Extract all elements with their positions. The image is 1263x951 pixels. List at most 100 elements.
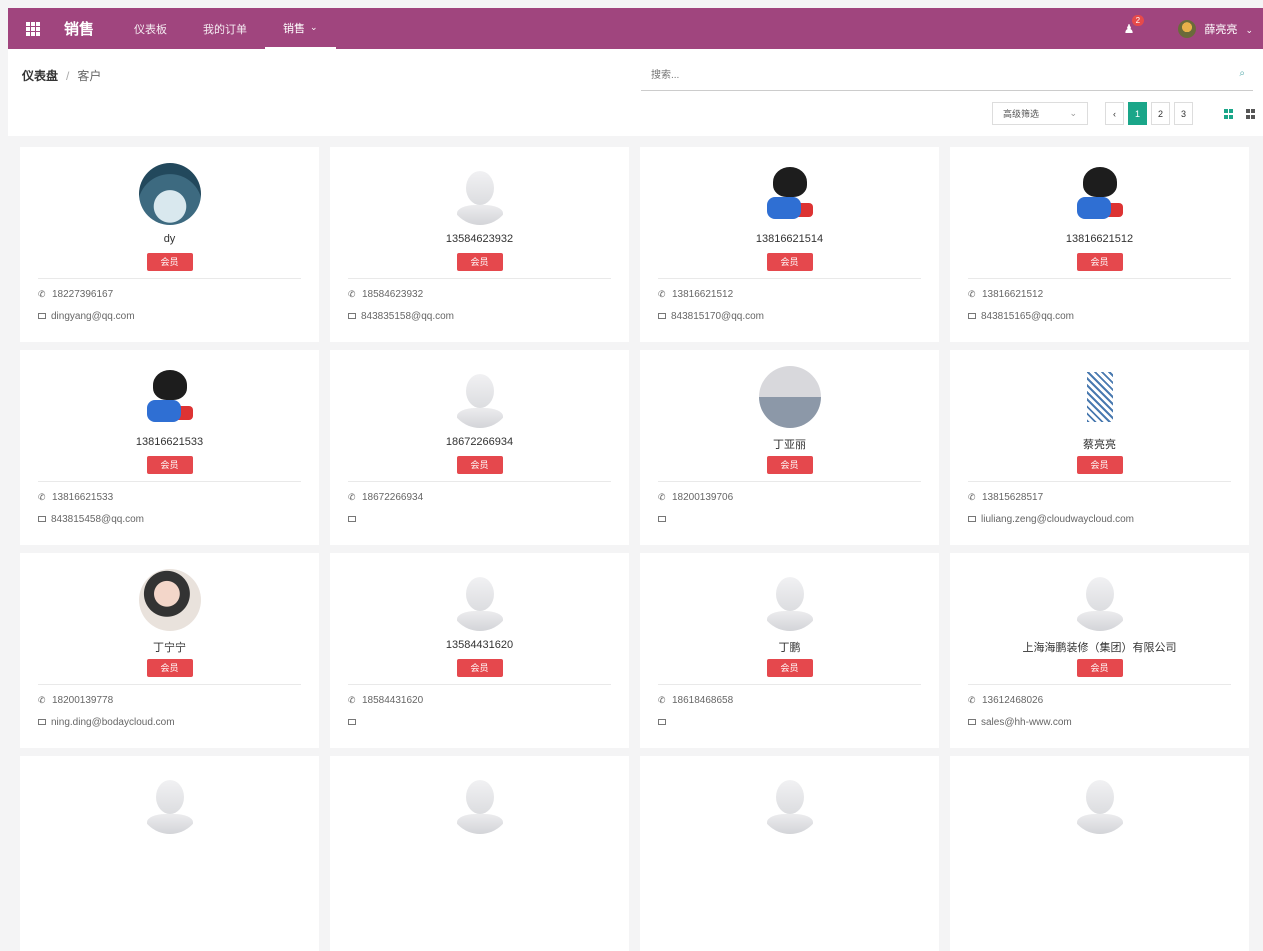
- customer-avatar: [1068, 569, 1131, 631]
- mail-icon: [38, 719, 46, 725]
- customer-name: 丁亚丽: [773, 439, 806, 451]
- phone-icon: ✆: [658, 288, 666, 299]
- customer-card[interactable]: 13816621512 会员 ✆ 13816621512 843815165@qq.co…: [950, 147, 1249, 342]
- breadcrumb-root[interactable]: 仪表盘: [22, 69, 58, 83]
- search-input[interactable]: [641, 68, 1221, 83]
- user-avatar[interactable]: [1178, 19, 1197, 38]
- customer-avatar: [138, 772, 201, 834]
- customer-email: liuliang.zeng@cloudwaycloud.com: [968, 512, 1249, 526]
- customer-card[interactable]: 13816621533 会员 ✆ 13816621533 843815458@qq.co…: [20, 350, 319, 545]
- pager-page-1[interactable]: 1: [1128, 102, 1147, 125]
- phone-value: 13815628517: [982, 491, 1044, 503]
- mail-icon: [38, 516, 46, 522]
- customer-card-partial[interactable]: [950, 756, 1249, 951]
- member-tag: 会员: [766, 253, 813, 271]
- customer-avatar: [448, 163, 511, 225]
- user-menu[interactable]: 薛亮亮 ⌄: [1204, 21, 1253, 37]
- phone-icon: ✆: [658, 694, 666, 705]
- control-panel: 仪表盘 / 客户 ⌕ 高级筛选 ⌄ ‹ 1 2 3: [8, 49, 1263, 136]
- customer-name: 13816621512: [1065, 233, 1134, 245]
- member-tag: 会员: [456, 456, 503, 474]
- menu-item-sales[interactable]: 销售 ⌄: [265, 8, 336, 49]
- customer-phone: ✆ 18584623932: [348, 287, 629, 301]
- customer-email: 843815458@qq.com: [38, 512, 319, 526]
- card-divider: [38, 481, 301, 482]
- customer-avatar: [138, 569, 201, 631]
- menu-item-dashboard[interactable]: 仪表板: [116, 8, 185, 49]
- customer-card-partial[interactable]: [330, 756, 629, 951]
- customer-phone: ✆ 18227396167: [38, 287, 319, 301]
- member-tag: 会员: [146, 659, 193, 677]
- phone-icon: ✆: [968, 694, 976, 705]
- apps-grid-icon[interactable]: [26, 21, 40, 36]
- customer-email: 843835158@qq.com: [348, 309, 629, 323]
- member-tag: 会员: [456, 659, 503, 677]
- customer-avatar: [1068, 366, 1131, 428]
- menu-label: 我的订单: [203, 23, 248, 36]
- customer-card[interactable]: 18672266934 会员 ✆ 18672266934: [330, 350, 629, 545]
- phone-value: 18584431620: [362, 694, 424, 706]
- customer-card[interactable]: 13584623932 会员 ✆ 18584623932 843835158@qq.co…: [330, 147, 629, 342]
- mail-icon: [658, 719, 666, 725]
- customer-phone: ✆ 18618468658: [658, 693, 939, 707]
- customer-email: 843815165@qq.com: [968, 309, 1249, 323]
- customer-avatar: [758, 569, 821, 631]
- customer-name: 13584431620: [445, 639, 514, 651]
- notification-button[interactable]: ♟ 2: [1124, 14, 1145, 36]
- customer-card[interactable]: 13816621514 会员 ✆ 13816621512 843815170@qq.co…: [640, 147, 939, 342]
- customer-card[interactable]: 蔡亮亮 会员 ✆ 13815628517 liuliang.zeng@cloudwayc…: [950, 350, 1249, 545]
- customer-card[interactable]: 丁鹏 会员 ✆ 18618468658: [640, 553, 939, 748]
- chevron-down-icon: ⌄: [1245, 24, 1253, 35]
- member-tag: 会员: [766, 456, 813, 474]
- list-view-icon[interactable]: [1246, 109, 1256, 119]
- customer-card[interactable]: 上海海鹏装修（集团）有限公司 会员 ✆ 13612468026 sales@hh-www…: [950, 553, 1249, 748]
- mail-icon: [348, 516, 356, 522]
- phone-value: 18672266934: [362, 491, 424, 503]
- phone-value: 18584623932: [362, 288, 424, 300]
- kanban-view-icon[interactable]: [1224, 109, 1234, 119]
- customer-name: 蔡亮亮: [1083, 439, 1116, 451]
- customer-card-partial[interactable]: [20, 756, 319, 951]
- email-value: 843815458@qq.com: [51, 513, 144, 525]
- customer-email: ning.ding@bodaycloud.com: [38, 715, 319, 729]
- menu-item-my-orders[interactable]: 我的订单: [185, 8, 265, 49]
- filter-dropdown[interactable]: 高级筛选 ⌄: [992, 102, 1088, 125]
- customer-avatar: [758, 366, 821, 428]
- phone-value: 13816621533: [52, 491, 114, 503]
- phone-icon: ✆: [38, 694, 46, 705]
- pager-page-2[interactable]: 2: [1151, 102, 1170, 125]
- customer-email: [658, 512, 939, 526]
- chevron-down-icon: ⌄: [310, 22, 318, 32]
- mail-icon: [968, 719, 976, 725]
- customer-email: [658, 715, 939, 729]
- card-divider: [968, 684, 1231, 685]
- customer-avatar: [758, 772, 821, 834]
- customer-name: 18672266934: [445, 436, 514, 448]
- mail-icon: [348, 719, 356, 725]
- app-brand: 销售: [64, 21, 95, 38]
- customer-phone: ✆ 18200139778: [38, 693, 319, 707]
- customer-card-partial[interactable]: [640, 756, 939, 951]
- pager-prev-button[interactable]: ‹: [1105, 102, 1124, 125]
- search-icon[interactable]: ⌕: [1239, 68, 1245, 79]
- card-divider: [348, 481, 611, 482]
- email-value: 843815165@qq.com: [981, 310, 1074, 322]
- card-divider: [38, 278, 301, 279]
- customer-avatar: [448, 772, 511, 834]
- phone-icon: ✆: [348, 694, 356, 705]
- customer-phone: ✆ 13815628517: [968, 490, 1249, 504]
- email-value: ning.ding@bodaycloud.com: [51, 716, 175, 728]
- customer-phone: ✆ 13816621533: [38, 490, 319, 504]
- customer-card[interactable]: 13584431620 会员 ✆ 18584431620: [330, 553, 629, 748]
- mail-icon: [968, 516, 976, 522]
- customer-card[interactable]: 丁亚丽 会员 ✆ 18200139706: [640, 350, 939, 545]
- customer-card[interactable]: dy 会员 ✆ 18227396167 dingyang@qq.com: [20, 147, 319, 342]
- customer-phone: ✆ 13612468026: [968, 693, 1249, 707]
- member-tag: 会员: [1076, 253, 1123, 271]
- customer-card[interactable]: 丁宁宁 会员 ✆ 18200139778 ning.ding@bodaycloud.co…: [20, 553, 319, 748]
- pager-page-3[interactable]: 3: [1174, 102, 1193, 125]
- card-divider: [348, 278, 611, 279]
- card-divider: [658, 684, 921, 685]
- member-tag: 会员: [1076, 659, 1123, 677]
- customer-phone: ✆ 18672266934: [348, 490, 629, 504]
